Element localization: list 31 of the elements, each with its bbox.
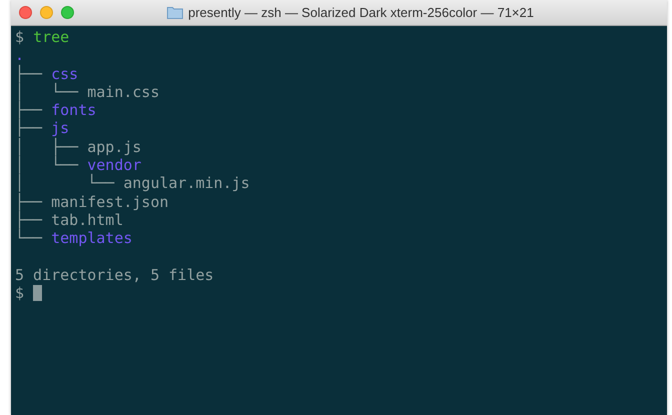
directory-name: fonts bbox=[51, 101, 96, 120]
minimize-button[interactable] bbox=[40, 6, 53, 19]
tree-branch: │ └── bbox=[15, 82, 80, 101]
tree-branch: │ ├── bbox=[15, 138, 80, 156]
file-name: app.js bbox=[87, 138, 142, 156]
tree-branch: ├── bbox=[15, 101, 44, 120]
prompt-symbol: $ bbox=[15, 284, 24, 302]
window-title: presently — zsh — Solarized Dark xterm-256color — 71×21 bbox=[188, 5, 534, 20]
zoom-button[interactable] bbox=[61, 6, 74, 19]
folder-icon bbox=[167, 6, 184, 19]
tree-branch: ├── bbox=[15, 210, 44, 229]
tree-branch: └── bbox=[15, 229, 44, 248]
tree-branch: │ └── bbox=[15, 156, 80, 174]
directory-name: templates bbox=[51, 229, 132, 248]
file-name: tab.html bbox=[51, 210, 124, 229]
directory-name: css bbox=[51, 64, 78, 83]
directory-name: vendor bbox=[87, 156, 142, 174]
summary-text: 5 directories, 5 files bbox=[15, 266, 214, 284]
tree-branch: ├── bbox=[15, 119, 44, 138]
file-name: main.css bbox=[87, 82, 160, 101]
close-button[interactable] bbox=[19, 6, 32, 19]
tree-branch: ├── bbox=[15, 192, 44, 211]
file-name: angular.min.js bbox=[123, 174, 250, 192]
cursor-icon bbox=[33, 285, 42, 302]
tree-branch: ├── bbox=[15, 64, 44, 83]
file-name: manifest.json bbox=[51, 192, 169, 211]
directory-name: js bbox=[51, 119, 70, 138]
command-text: tree bbox=[33, 28, 70, 46]
prompt-symbol: $ bbox=[15, 28, 24, 46]
tree-branch: │ └── bbox=[15, 174, 116, 192]
directory-name: . bbox=[15, 46, 24, 64]
